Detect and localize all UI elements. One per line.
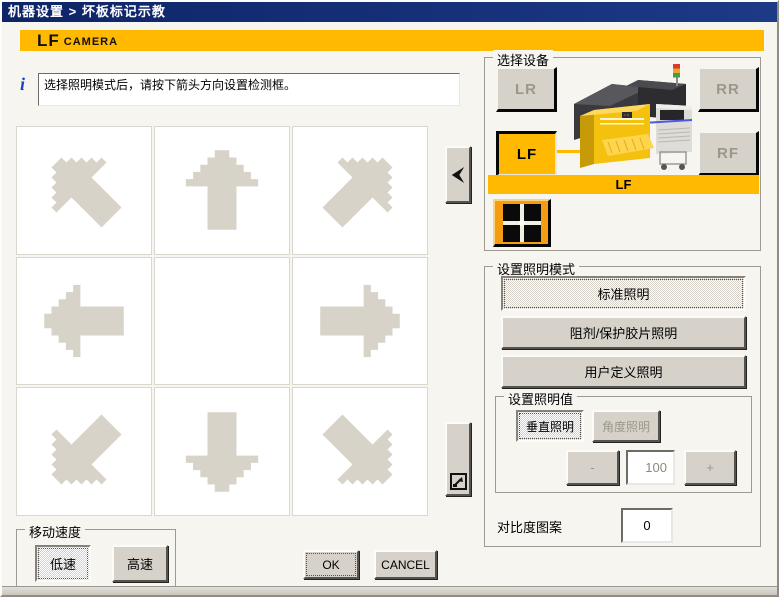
selected-device-bar: LF [488, 175, 759, 194]
left-arrowhead-icon [451, 166, 465, 183]
camera-header: LF CAMERA [20, 30, 764, 51]
low-speed-text: 低速 [49, 557, 76, 572]
ok-text: OK [322, 557, 340, 572]
lighting-mode-group: 设置照明模式 标准照明 阻剂/保护胶片照明 用户定义照明 设置照明值 垂直照明 … [484, 259, 761, 547]
device-select-group: 选择设备 LR RR LF RF LF [484, 50, 761, 251]
user-lighting-button[interactable]: 用户定义照明 [501, 355, 746, 388]
device-rr-button[interactable]: RR [698, 67, 759, 112]
device-lf-button[interactable]: LF [496, 131, 557, 176]
device-lr-button[interactable]: LR [496, 67, 557, 112]
jog-down-right-button[interactable] [292, 387, 428, 516]
angle-lighting-button[interactable]: 角度照明 [592, 410, 660, 442]
jog-center-cell [154, 256, 290, 386]
fiducial-mark-icon [502, 203, 541, 242]
jog-up-right-button[interactable] [292, 126, 428, 255]
jog-down-button[interactable] [154, 387, 290, 516]
jog-down-left-button[interactable] [16, 387, 152, 516]
resist-lighting-text: 阻剂/保护胶片照明 [569, 326, 678, 341]
vertical-lighting-text: 垂直照明 [525, 419, 574, 434]
value-increment-button[interactable]: + [684, 450, 736, 485]
up-right-arrow-icon [307, 137, 413, 243]
angle-lighting-text: 角度照明 [601, 419, 650, 434]
plus-icon: + [706, 460, 714, 475]
info-message-box: 选择照明模式后，请按下箭头方向设置检测框。 [38, 73, 460, 106]
standard-lighting-button[interactable]: 标准照明 [501, 276, 746, 311]
ok-button[interactable]: OK [303, 550, 359, 579]
jog-arrow-pad [16, 126, 428, 516]
move-speed-label: 移动速度 [25, 522, 86, 541]
jog-up-button[interactable] [154, 126, 290, 255]
dialog-window: 机器设置 > 坏板标记示教 LF CAMERA i 选择照明模式后，请按下箭头方… [0, 0, 779, 597]
up-arrow-icon [185, 150, 259, 231]
minus-icon: - [590, 460, 595, 475]
down-right-arrow-icon [307, 399, 413, 505]
standard-lighting-text: 标准照明 [597, 287, 650, 302]
jog-left-button[interactable] [16, 256, 152, 386]
down-arrow-icon [185, 411, 259, 492]
down-left-arrow-icon [31, 399, 137, 505]
resist-lighting-button[interactable]: 阻剂/保护胶片照明 [501, 316, 746, 349]
low-speed-button[interactable]: 低速 [35, 545, 91, 582]
window-bottom-frame [2, 586, 777, 595]
device-rf-button[interactable]: RF [698, 131, 759, 176]
right-arrow-icon [320, 284, 400, 358]
lighting-value-label: 设置照明值 [504, 389, 578, 408]
contrast-pattern-value: 0 [643, 518, 651, 533]
user-lighting-text: 用户定义照明 [584, 365, 663, 380]
device-rf-text: RF [717, 144, 739, 162]
move-speed-group: 移动速度 低速 高速 [16, 522, 176, 587]
title-bar: 机器设置 > 坏板标记示教 [2, 2, 777, 22]
cancel-text: CANCEL [381, 557, 430, 572]
fiducial-mark-button[interactable] [493, 199, 551, 247]
set-frame-button[interactable] [445, 422, 471, 496]
smt-machine-image [574, 64, 693, 170]
high-speed-text: 高速 [126, 557, 153, 572]
camera-word-label: CAMERA [63, 36, 119, 48]
lighting-value-field[interactable]: 100 [626, 450, 675, 485]
set-frame-icon [449, 473, 467, 490]
device-lr-text: LR [515, 80, 537, 98]
left-arrow-icon [44, 284, 124, 358]
up-left-arrow-icon [31, 137, 137, 243]
lighting-value-text: 100 [645, 460, 667, 475]
window-title: 机器设置 > 坏板标记示教 [8, 4, 166, 19]
collapse-panel-button[interactable] [445, 146, 471, 203]
cancel-button[interactable]: CANCEL [374, 550, 437, 579]
device-lf-text: LF [516, 145, 538, 163]
high-speed-button[interactable]: 高速 [112, 545, 168, 582]
vertical-lighting-button[interactable]: 垂直照明 [516, 410, 584, 442]
jog-up-left-button[interactable] [16, 126, 152, 255]
camera-id-label: LF [37, 30, 60, 50]
info-icon: i [20, 74, 26, 94]
value-decrement-button[interactable]: - [566, 450, 619, 485]
selected-device-text: LF [615, 177, 632, 192]
info-message: 选择照明模式后，请按下箭头方向设置检测框。 [44, 78, 297, 92]
contrast-pattern-label: 对比度图案 [497, 520, 563, 535]
device-rr-text: RR [716, 80, 740, 98]
jog-right-button[interactable] [292, 256, 428, 386]
contrast-pattern-field[interactable]: 0 [621, 508, 673, 543]
lighting-value-group: 设置照明值 垂直照明 角度照明 - 100 + [495, 389, 752, 493]
